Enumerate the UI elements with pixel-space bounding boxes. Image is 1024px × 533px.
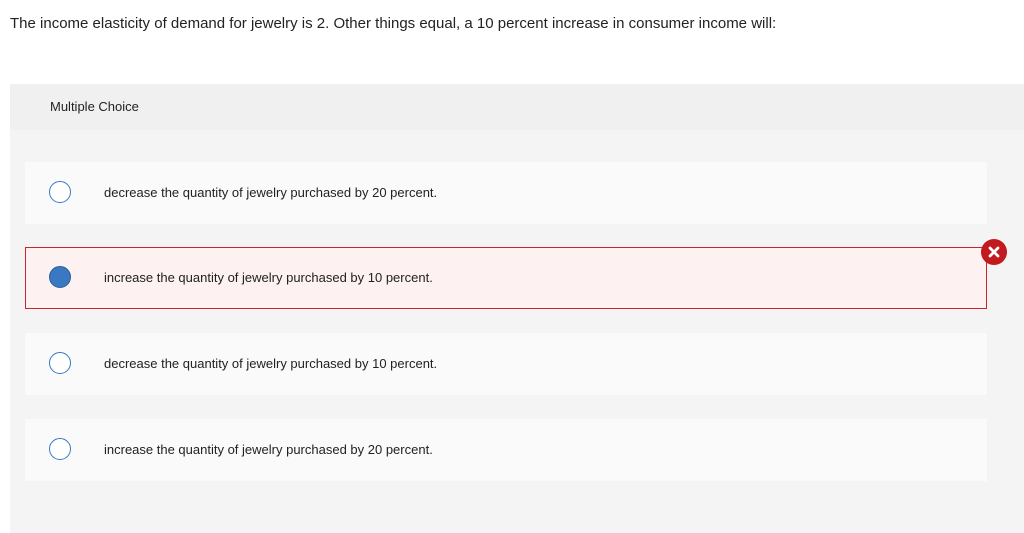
radio-button[interactable] [49, 181, 71, 203]
incorrect-x-icon [981, 239, 1007, 265]
answer-option-2[interactable]: increase the quantity of jewelry purchas… [25, 247, 987, 309]
answer-option-label: increase the quantity of jewelry purchas… [104, 442, 433, 457]
radio-button[interactable] [49, 352, 71, 374]
answer-option-3[interactable]: decrease the quantity of jewelry purchas… [25, 333, 987, 395]
radio-button-selected[interactable] [49, 266, 71, 288]
answer-option-label: decrease the quantity of jewelry purchas… [104, 185, 438, 200]
panel-header: Multiple Choice [10, 84, 1024, 130]
answer-option-4[interactable]: increase the quantity of jewelry purchas… [25, 419, 987, 481]
answer-option-1[interactable]: decrease the quantity of jewelry purchas… [25, 162, 987, 224]
radio-button[interactable] [49, 438, 71, 460]
question-text: The income elasticity of demand for jewe… [10, 15, 777, 32]
answer-option-label: increase the quantity of jewelry purchas… [104, 270, 433, 285]
question-type-label: Multiple Choice [50, 99, 139, 114]
answer-option-label: decrease the quantity of jewelry purchas… [104, 356, 438, 371]
